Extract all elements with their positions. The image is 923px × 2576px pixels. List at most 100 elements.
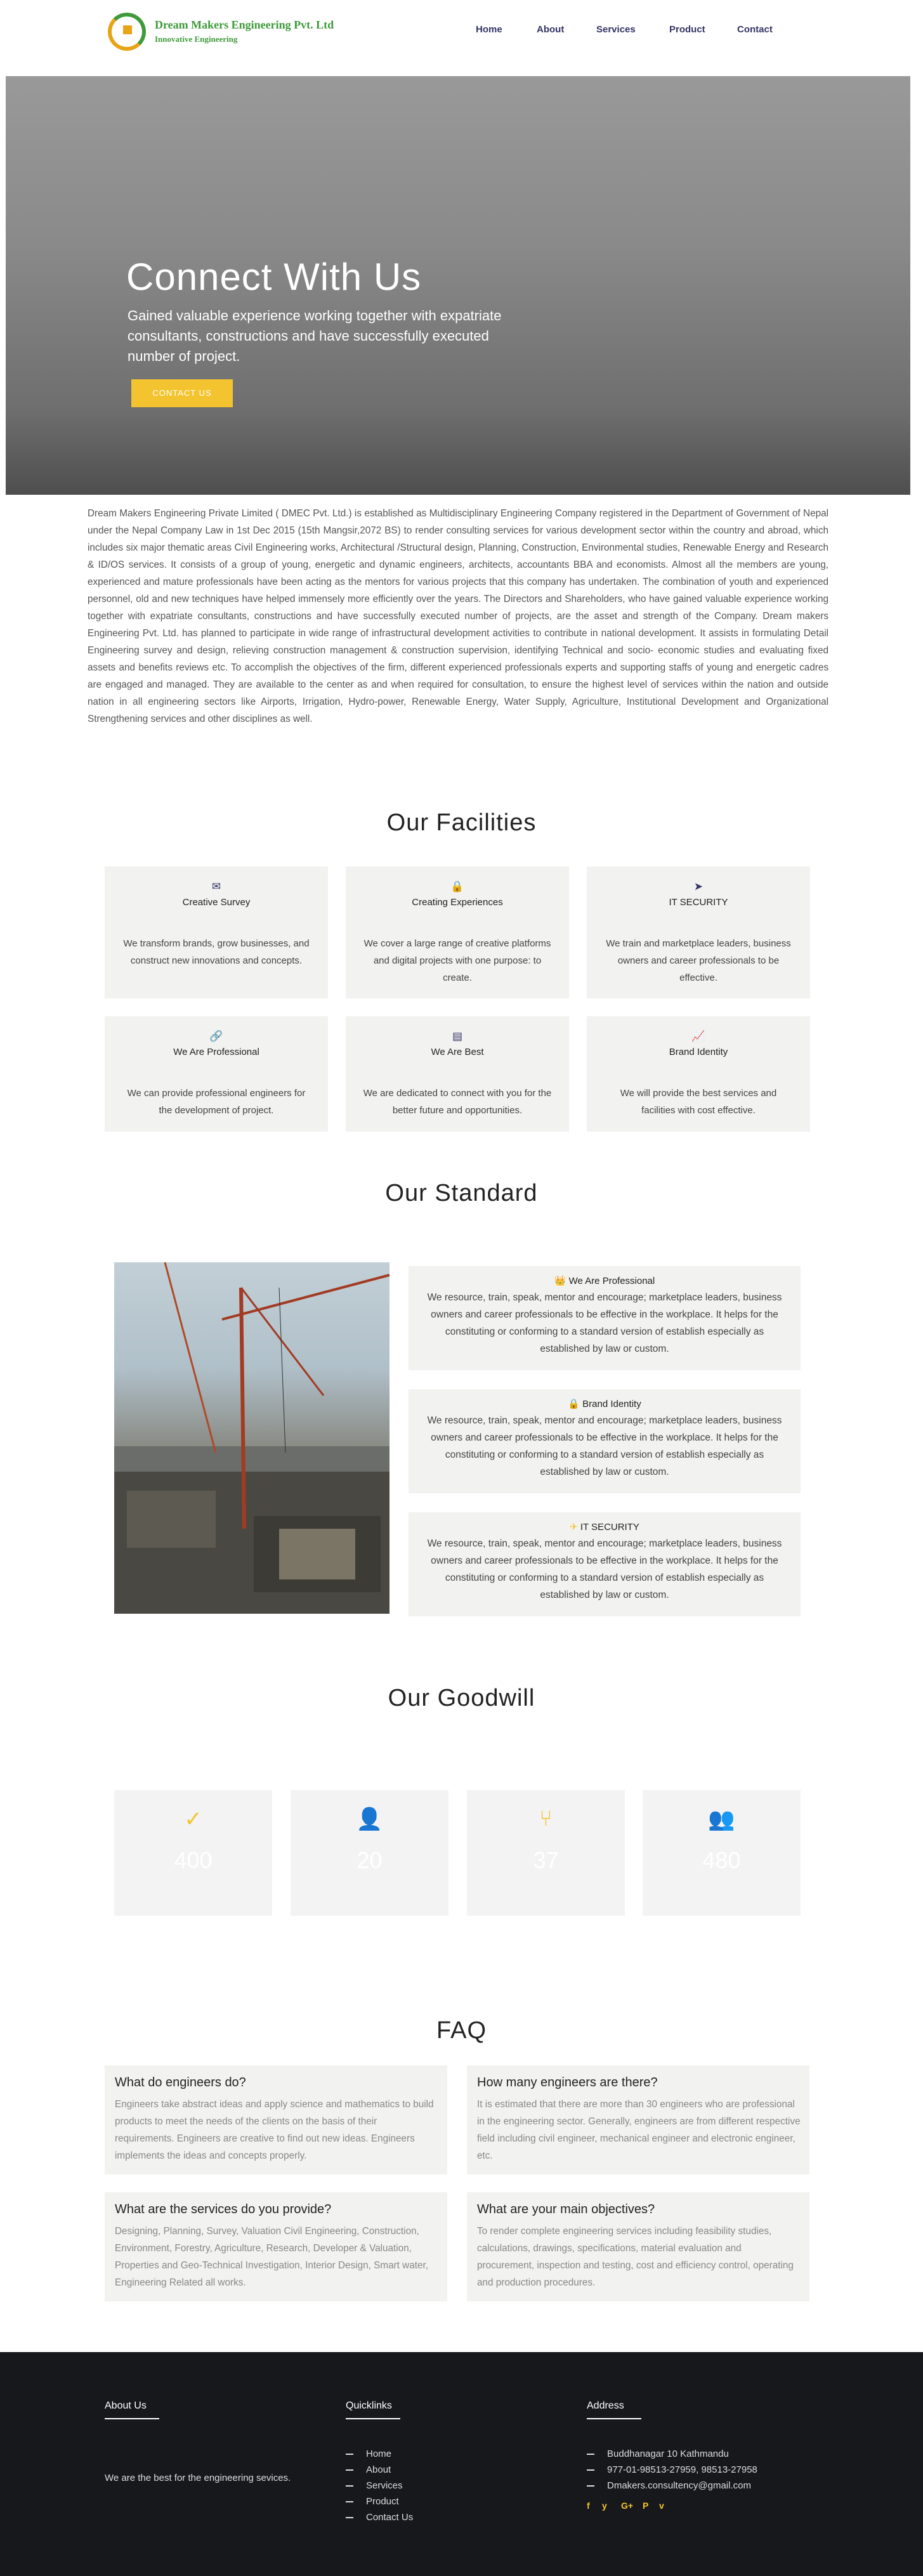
stat-number: 37: [533, 1847, 559, 1873]
page: Dream Makers Engineering Pvt. Ltd Innova…: [0, 0, 923, 2576]
check-circle-icon: ✓: [184, 1807, 202, 1831]
goodwill-stat: 👤 20: [291, 1790, 448, 1916]
facility-desc: We train and marketplace leaders, busine…: [606, 938, 791, 983]
faq-question: What are your main objectives?: [477, 2202, 655, 2216]
standard-desc: We resource, train, speak, mentor and en…: [427, 1292, 782, 1354]
faq-item: What do engineers do? Engineers take abs…: [105, 2065, 447, 2174]
stat-number: 400: [174, 1847, 213, 1873]
stat-number: 20: [357, 1847, 383, 1873]
nav-services[interactable]: Services: [596, 24, 636, 35]
nav-product[interactable]: Product: [669, 24, 705, 35]
goodwill-stat: ✓ 400: [114, 1790, 272, 1916]
hero-title: Connect With Us: [126, 256, 422, 298]
standard-desc: We resource, train, speak, mentor and en…: [427, 1538, 782, 1600]
goodwill-heading: Our Goodwill: [388, 1685, 535, 1711]
goodwill-stat: 👥 480: [643, 1790, 801, 1916]
hero-banner: Connect With Us Gained valuable experien…: [6, 76, 910, 495]
line-chart-icon: 📈: [691, 1030, 705, 1042]
facility-title: Brand Identity: [669, 1047, 728, 1057]
crown-icon: 👑: [554, 1276, 566, 1286]
hero-subtitle: Gained valuable experience working toget…: [128, 308, 502, 364]
faq-item: What are the services do you provide? De…: [105, 2192, 447, 2301]
faq-answer: Engineers take abstract ideas and apply …: [115, 2099, 434, 2161]
facility-card: ➤ IT SECURITY We train and marketplace l…: [587, 866, 810, 998]
faq-item: What are your main objectives? To render…: [467, 2192, 809, 2301]
contact-us-button[interactable]: CONTACT US: [131, 379, 233, 407]
archive-icon: ▤: [452, 1030, 463, 1042]
faq-answer: Designing, Planning, Survey, Valuation C…: [115, 2226, 428, 2288]
facility-desc: We can provide professional engineers fo…: [127, 1088, 306, 1116]
facility-card: ✉ Creative Survey We transform brands, g…: [105, 866, 328, 998]
facility-card: 🔗 We Are Professional We can provide pro…: [105, 1016, 328, 1132]
link-icon: 🔗: [209, 1030, 223, 1042]
branch-icon: ⑂: [539, 1807, 553, 1831]
standard-title: Brand Identity: [582, 1399, 641, 1409]
google-plus-icon[interactable]: G+: [621, 2501, 633, 2511]
footer-about-title: About Us: [105, 2400, 147, 2411]
footer-link-product[interactable]: Product: [346, 2496, 399, 2507]
house-icon: [123, 25, 132, 34]
brand-name[interactable]: Dream Makers Engineering Pvt. Ltd: [155, 18, 334, 32]
faq-question: What do engineers do?: [115, 2076, 246, 2089]
standard-card: 🔒 Brand Identity We resource, train, spe…: [409, 1389, 801, 1493]
faq-answer: It is estimated that there are more than…: [477, 2099, 801, 2161]
faq-answer: To render complete engineering services …: [477, 2226, 794, 2288]
footer-about-text: We are the best for the engineering sevi…: [105, 2473, 291, 2483]
footer-quicklinks-title: Quicklinks: [346, 2400, 392, 2411]
facility-title: IT SECURITY: [669, 897, 728, 908]
lock-icon: 🔒: [568, 1399, 580, 1409]
faq-question: What are the services do you provide?: [115, 2202, 332, 2216]
brand-tagline: Innovative Engineering: [155, 34, 238, 44]
faq-item: How many engineers are there? It is esti…: [467, 2065, 809, 2174]
standard-heading: Our Standard: [385, 1180, 538, 1206]
facebook-icon[interactable]: f: [587, 2501, 590, 2511]
standard-card: ✈ IT SECURITY We resource, train, speak,…: [409, 1512, 801, 1616]
goodwill-stat: ⑂ 37: [467, 1790, 625, 1916]
title-underline: [587, 2418, 641, 2419]
facility-desc: We will provide the best services and fa…: [620, 1088, 777, 1116]
email-line[interactable]: Dmakers.consultency@gmail.com: [587, 2480, 751, 2491]
footer: About Us We are the best for the enginee…: [0, 2352, 923, 2576]
standard-card: 👑 We Are Professional We resource, train…: [409, 1266, 801, 1370]
footer-link-services[interactable]: Services: [346, 2480, 403, 2491]
facility-title: Creative Survey: [182, 897, 251, 908]
company-logo[interactable]: [108, 13, 146, 51]
plane-icon: ✈: [570, 1522, 578, 1533]
facility-card: ▤ We Are Best We are dedicated to connec…: [346, 1016, 569, 1132]
crane-illustration: [114, 1262, 389, 1614]
user-icon: 👤: [356, 1807, 383, 1831]
users-icon: 👥: [708, 1807, 735, 1831]
vimeo-icon[interactable]: v: [659, 2501, 664, 2511]
top-navbar: Dream Makers Engineering Pvt. Ltd Innova…: [0, 0, 923, 63]
standard-title: We Are Professional: [568, 1276, 655, 1286]
facility-title: We Are Best: [431, 1047, 484, 1057]
standard-title: IT SECURITY: [580, 1522, 639, 1533]
nav-contact[interactable]: Contact: [737, 24, 773, 35]
phone-line: 977-01-98513-27959, 98513-27958: [587, 2464, 757, 2475]
facility-card: 🔒 Creating Experiences We cover a large …: [346, 866, 569, 998]
facilities-heading: Our Facilities: [386, 809, 537, 836]
facility-card: 📈 Brand Identity We will provide the bes…: [587, 1016, 810, 1132]
address-line: Buddhanagar 10 Kathmandu: [587, 2449, 729, 2459]
pinterest-icon[interactable]: P: [643, 2501, 648, 2511]
facility-desc: We cover a large range of creative platf…: [363, 938, 551, 983]
footer-address-title: Address: [587, 2400, 624, 2411]
construction-crane-image: [114, 1262, 389, 1614]
footer-link-contact[interactable]: Contact Us: [346, 2512, 413, 2523]
nav-home[interactable]: Home: [476, 24, 502, 35]
standard-desc: We resource, train, speak, mentor and en…: [427, 1415, 782, 1477]
facility-desc: We are dedicated to connect with you for…: [363, 1088, 552, 1116]
facility-title: We Are Professional: [173, 1047, 259, 1057]
stat-number: 480: [702, 1847, 741, 1873]
footer-link-about[interactable]: About: [346, 2464, 391, 2475]
company-intro: Dream Makers Engineering Private Limited…: [88, 508, 828, 724]
twitter-icon[interactable]: y: [602, 2501, 607, 2511]
faq-question: How many engineers are there?: [477, 2076, 658, 2089]
footer-link-home[interactable]: Home: [346, 2449, 391, 2459]
faq-heading: FAQ: [436, 2017, 487, 2044]
lock-icon: 🔒: [450, 880, 464, 892]
facility-title: Creating Experiences: [412, 897, 503, 908]
nav-about[interactable]: About: [537, 24, 564, 35]
envelope-icon: ✉: [211, 880, 221, 892]
title-underline: [105, 2418, 159, 2419]
